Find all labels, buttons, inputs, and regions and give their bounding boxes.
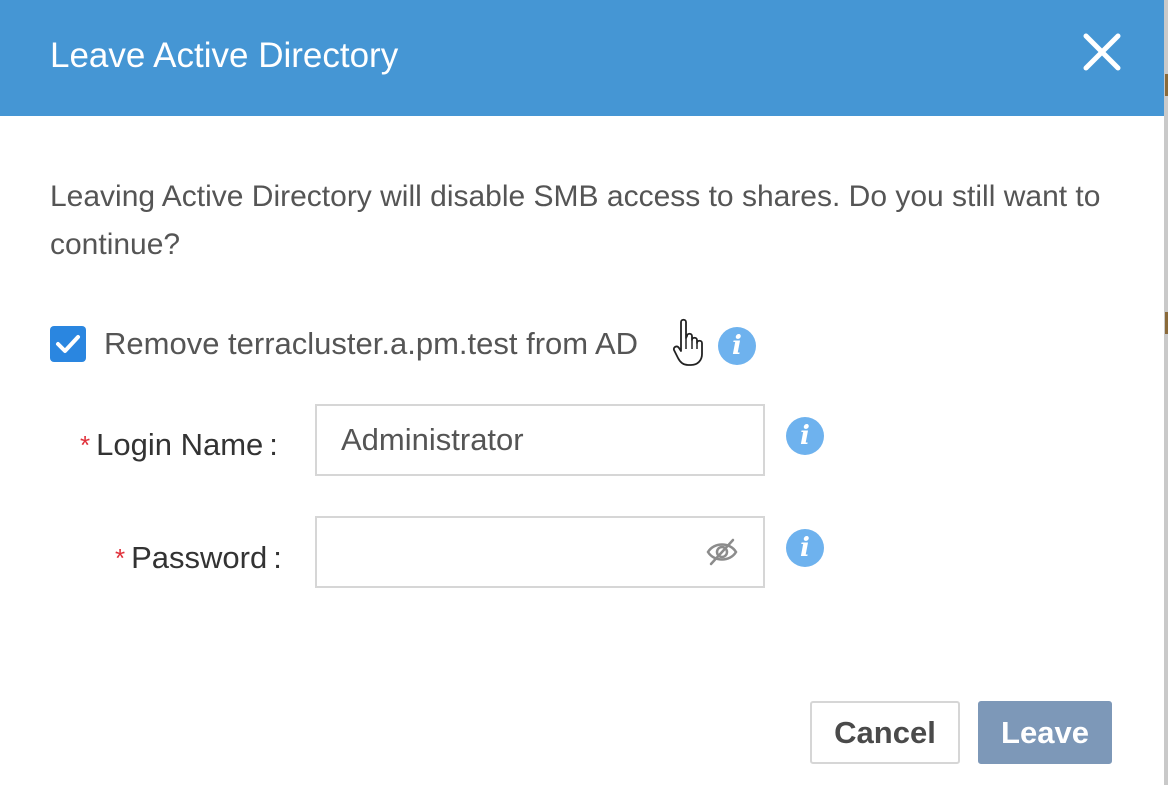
info-icon[interactable]: i	[786, 529, 824, 567]
dialog-message: Leaving Active Directory will disable SM…	[50, 180, 1101, 261]
leave-button[interactable]: Leave	[978, 701, 1112, 764]
required-marker: *	[115, 543, 126, 573]
backdrop-edge	[1164, 0, 1168, 785]
dialog-title: Leave Active Directory	[50, 36, 399, 75]
close-button[interactable]	[1078, 28, 1126, 76]
dialog-header: Leave Active Directory	[0, 0, 1164, 116]
info-icon[interactable]: i	[786, 417, 824, 455]
required-marker: *	[80, 430, 91, 460]
leave-ad-dialog: Leave Active Directory Leaving Active Di…	[0, 0, 1164, 785]
eye-off-icon[interactable]	[705, 537, 739, 567]
remove-from-ad-checkbox[interactable]	[50, 326, 86, 362]
password-label: * Password:	[115, 540, 282, 575]
info-icon[interactable]: i	[718, 327, 756, 365]
checkmark-icon	[56, 335, 80, 353]
hand-pointer-icon	[672, 318, 703, 366]
login-name-input[interactable]	[315, 404, 765, 476]
close-icon	[1083, 33, 1121, 71]
remove-from-ad-label[interactable]: Remove terracluster.a.pm.test from AD	[104, 324, 638, 364]
login-name-label: * Login Name:	[80, 427, 278, 462]
password-input[interactable]	[315, 516, 765, 588]
cancel-button[interactable]: Cancel	[810, 701, 960, 764]
